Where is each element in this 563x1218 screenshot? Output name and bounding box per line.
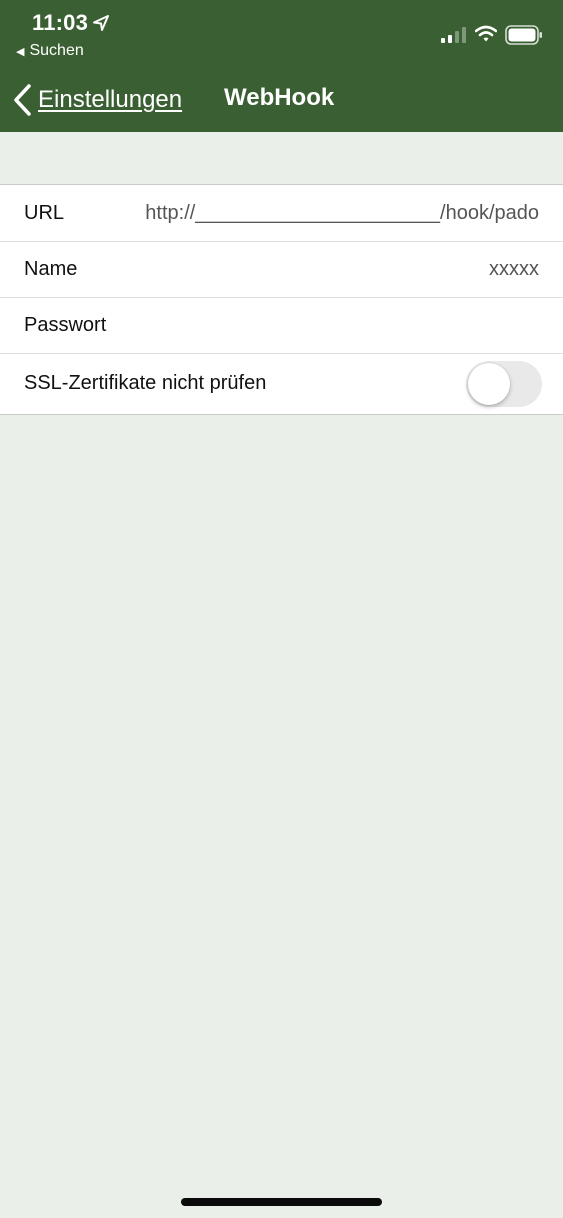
toggle-knob — [468, 363, 510, 405]
ssl-label: SSL-Zertifikate nicht prüfen — [24, 372, 267, 394]
wifi-icon — [475, 25, 497, 42]
url-value[interactable]: http://______________________/hook/pado — [145, 202, 539, 225]
url-label: URL — [24, 201, 65, 224]
back-triangle-icon: ◀ — [16, 45, 25, 58]
status-time: 11:03 — [32, 10, 89, 35]
ssl-toggle[interactable] — [466, 361, 542, 407]
navigation-header: 11:03 ◀ Suchen Einstellungen WebHook — [0, 0, 563, 132]
name-label: Name — [24, 257, 78, 280]
name-row[interactable]: Name xxxxx — [0, 241, 563, 297]
settings-list: URL http://______________________/hook/p… — [0, 184, 563, 415]
chevron-left-icon — [14, 84, 31, 116]
nav-back-label: Einstellungen — [38, 86, 183, 113]
home-indicator[interactable] — [181, 1198, 382, 1206]
back-to-app-link[interactable]: ◀ Suchen — [16, 42, 84, 60]
password-row[interactable]: Passwort — [0, 297, 563, 353]
ssl-row: SSL-Zertifikate nicht prüfen — [0, 353, 563, 414]
nav-back-button[interactable]: Einstellungen — [12, 82, 182, 118]
name-value[interactable]: xxxxx — [489, 258, 539, 281]
battery-icon — [505, 25, 542, 45]
password-label: Passwort — [24, 313, 107, 336]
signal-icon — [441, 27, 466, 43]
back-app-label: Suchen — [29, 42, 84, 59]
location-arrow-icon — [93, 15, 109, 31]
page-title: WebHook — [224, 84, 335, 111]
url-row[interactable]: URL http://______________________/hook/p… — [0, 185, 563, 241]
